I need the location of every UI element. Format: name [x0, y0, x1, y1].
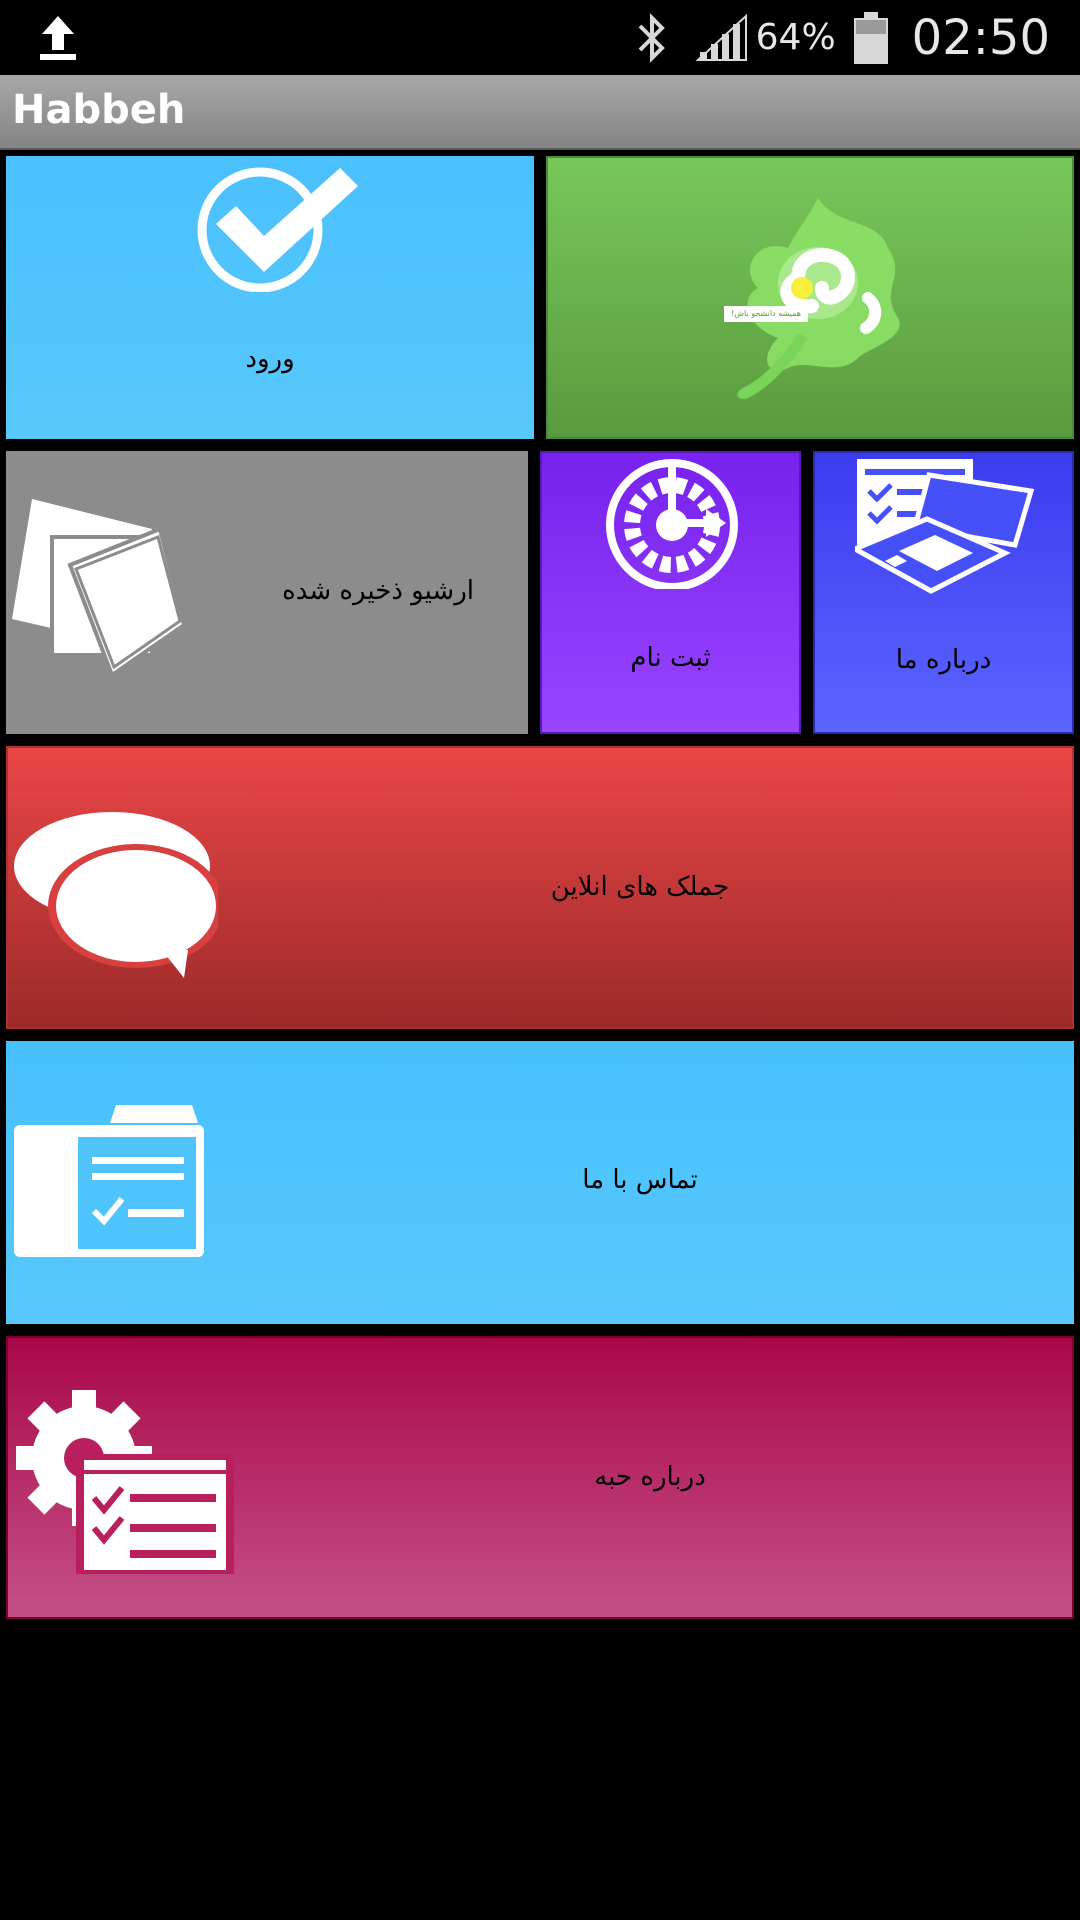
- signal-icon: [694, 13, 750, 62]
- battery-percent: 64%: [755, 17, 836, 58]
- about-us-tile[interactable]: درباره ما: [813, 451, 1074, 734]
- leaf-logo-icon: [718, 188, 918, 408]
- status-icons: 64% 02:50: [632, 0, 1050, 75]
- login-tile[interactable]: ورود: [6, 156, 534, 439]
- logo-tagline-box: همیشه دانشجو باش!: [724, 306, 808, 322]
- bluetooth-icon: [632, 12, 672, 64]
- online-jokes-label: جملک های انلاین: [550, 872, 730, 902]
- about-us-label: درباره ما: [895, 645, 992, 675]
- login-label: ورود: [245, 344, 295, 374]
- contact-us-label: تماس با ما: [582, 1165, 698, 1195]
- devices-icon: [855, 457, 1035, 595]
- clock-arrow-icon: [602, 459, 742, 589]
- register-label: ثبت نام: [630, 643, 711, 673]
- contact-us-tile[interactable]: تماس با ما: [6, 1041, 1074, 1324]
- app-title: Habbeh: [12, 87, 186, 133]
- about-habbeh-label: درباره حبه: [594, 1462, 706, 1492]
- about-habbeh-tile[interactable]: درباره حبه: [6, 1336, 1074, 1619]
- logo-tagline: همیشه دانشجو باش!: [731, 309, 801, 318]
- status-bar: 64% 02:50: [0, 0, 1080, 75]
- app-bar: Habbeh: [0, 75, 1080, 150]
- online-jokes-tile[interactable]: جملک های انلاین: [6, 746, 1074, 1029]
- archive-label: ارشیو ذخیره شده: [282, 576, 474, 606]
- checkmark-icon: [186, 162, 366, 292]
- battery-icon: [852, 10, 890, 66]
- register-tile[interactable]: ثبت نام: [540, 451, 801, 734]
- upload-icon: [36, 14, 80, 62]
- clock: 02:50: [911, 9, 1050, 66]
- papers-icon: [12, 499, 188, 679]
- habbeh-logo-tile[interactable]: همیشه دانشجو باش!: [546, 156, 1074, 439]
- archive-tile[interactable]: ارشیو ذخیره شده: [6, 451, 528, 734]
